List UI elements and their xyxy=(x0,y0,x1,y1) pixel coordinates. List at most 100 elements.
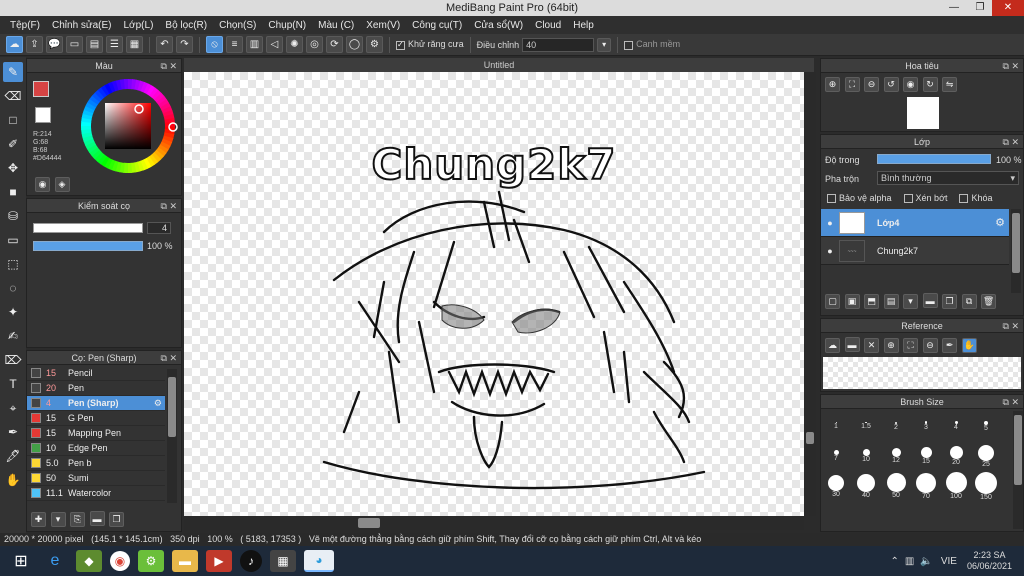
new-1bit-layer-icon[interactable]: ▤ xyxy=(883,293,899,309)
menu-help[interactable]: Help xyxy=(567,20,600,31)
magic-wand-tool-icon[interactable]: ✦ xyxy=(3,302,23,322)
close-reference-icon[interactable]: ✕ xyxy=(864,337,880,353)
brush-item-g-pen[interactable]: 15 G Pen xyxy=(27,411,165,426)
tiktok-icon[interactable]: ♪ xyxy=(240,550,262,572)
scroll-thumb[interactable] xyxy=(806,432,814,444)
media-app-icon[interactable]: ▶ xyxy=(206,550,232,572)
new-8bit-layer-icon[interactable]: ⬒ xyxy=(864,293,880,309)
snap-settings-icon[interactable]: ⚙ xyxy=(366,36,383,53)
hand-icon[interactable]: ✋ xyxy=(961,337,977,353)
eyedropper-tool-icon[interactable]: ✒ xyxy=(3,422,23,442)
text-tool-icon[interactable]: T xyxy=(3,374,23,394)
note-icon[interactable]: ▭ xyxy=(66,36,83,53)
brush-item-mapping-pen[interactable]: 15 Mapping Pen xyxy=(27,426,165,441)
fill-rect-tool-icon[interactable]: ■ xyxy=(3,182,23,202)
copy-icon[interactable]: ❐ xyxy=(109,511,125,527)
panel-icon[interactable]: ☰ xyxy=(106,36,123,53)
video-app-icon[interactable]: ▦ xyxy=(270,550,296,572)
swatch-icon[interactable]: ◈ xyxy=(54,177,70,192)
panel-window-icons[interactable]: ⧉ ✕ xyxy=(1003,395,1019,409)
blend-mode-select[interactable]: Bình thường ▾ xyxy=(877,171,1019,185)
clock[interactable]: 2:23 SA 06/06/2021 xyxy=(967,550,1012,572)
eraser-tool-icon[interactable]: ⌫ xyxy=(3,86,23,106)
canvas-tab[interactable]: Untitled xyxy=(184,58,814,72)
rotate-reset-icon[interactable]: ◉ xyxy=(903,77,919,92)
hand-tool-icon[interactable]: ✋ xyxy=(3,470,23,490)
brush-size-slider[interactable] xyxy=(33,223,143,233)
brush-size-option[interactable]: 12 xyxy=(881,441,911,471)
brush-size-option[interactable]: 1.5 xyxy=(851,411,881,441)
move-tool-icon[interactable]: ✥ xyxy=(3,158,23,178)
layer-opacity-slider[interactable] xyxy=(877,154,991,164)
zoom-fit-icon[interactable]: ⛶ xyxy=(844,77,860,92)
brush-opacity-slider[interactable] xyxy=(33,241,143,251)
layer-menu-icon[interactable]: ▾ xyxy=(903,293,919,309)
palette-icon[interactable]: ◉ xyxy=(35,177,50,192)
brush-item-pen[interactable]: 20 Pen xyxy=(27,381,165,396)
tray-arrow-icon[interactable]: ⌃ xyxy=(891,556,899,567)
select-eraser-tool-icon[interactable]: ⌦ xyxy=(3,350,23,370)
menu-filter[interactable]: Bộ lọc(R) xyxy=(159,20,213,31)
brush-size-option[interactable]: 15 xyxy=(911,441,941,471)
cross-snap-icon[interactable]: ▥ xyxy=(246,36,263,53)
background-color-swatch[interactable] xyxy=(35,107,51,123)
menu-cloud[interactable]: Cloud xyxy=(529,20,567,31)
foreground-color-swatch[interactable] xyxy=(33,81,49,97)
brush-size-option[interactable]: 10 xyxy=(851,441,881,471)
brush-size-option[interactable]: 3 xyxy=(911,411,941,441)
menu-window[interactable]: Cửa sổ(W) xyxy=(468,20,529,31)
brush-item-watercolor[interactable]: 11.1 Watercolor xyxy=(27,486,165,501)
add-brush-icon[interactable]: ✚ xyxy=(31,511,46,527)
scroll-thumb[interactable] xyxy=(1014,415,1022,485)
pen-tool-icon[interactable]: 🖋 xyxy=(3,446,23,466)
bucket-tool-icon[interactable]: ⛁ xyxy=(3,206,23,226)
brush-size-option[interactable]: 100 xyxy=(941,471,971,501)
brush-item-pen-b[interactable]: 5.0 Pen b xyxy=(27,456,165,471)
visibility-icon[interactable]: ● xyxy=(821,246,839,256)
snap-off-icon[interactable]: ⦸ xyxy=(206,36,223,53)
maximize-button[interactable]: ❐ xyxy=(966,0,994,16)
adjust-input[interactable]: 40 xyxy=(522,37,595,52)
zoom-fit-icon[interactable]: ⛶ xyxy=(903,337,919,353)
panel-window-icons[interactable]: ⧉ ✕ xyxy=(161,351,177,365)
protect-alpha-checkbox[interactable]: Bảo vệ alpha xyxy=(827,193,892,204)
cloud-upload-icon[interactable]: ☁ xyxy=(825,337,840,353)
circle-snap-icon[interactable]: ◎ xyxy=(306,36,323,53)
cloud-icon[interactable]: ☁ xyxy=(6,36,23,53)
navigator-preview[interactable] xyxy=(907,97,939,129)
scroll-thumb[interactable] xyxy=(1012,213,1020,273)
flip-icon[interactable]: ⇋ xyxy=(942,77,958,92)
grid-icon[interactable]: ▦ xyxy=(126,36,143,53)
gear-icon[interactable]: ⚙ xyxy=(995,216,1005,229)
brush-item-edge-pen[interactable]: 10 Edge Pen xyxy=(27,441,165,456)
panel-window-icons[interactable]: ⧉ ✕ xyxy=(1003,135,1019,149)
file-explorer-icon[interactable]: ▬ xyxy=(172,550,198,572)
ellipse-snap-icon[interactable]: ◯ xyxy=(346,36,363,53)
zoom-out-icon[interactable]: ⊖ xyxy=(922,337,938,353)
vanishing-snap-icon[interactable]: ◁ xyxy=(266,36,283,53)
duplicate-layer-icon[interactable]: ❐ xyxy=(942,293,958,309)
brush-item-sumi[interactable]: 50 Sumi xyxy=(27,471,165,486)
brush-tool-icon[interactable]: ✎ xyxy=(3,62,23,82)
brush-item-pen-sharp[interactable]: 4 Pen (Sharp) ⚙ xyxy=(27,396,165,411)
comment-icon[interactable]: 💬 xyxy=(46,36,63,53)
chrome-icon[interactable]: ◉ xyxy=(110,551,130,571)
lock-checkbox[interactable]: Khóa xyxy=(959,193,993,204)
canvas-vertical-scrollbar[interactable] xyxy=(804,72,816,516)
undo-icon[interactable]: ↶ xyxy=(156,36,173,53)
new-layer-icon[interactable]: ▢ xyxy=(825,293,840,309)
color-wheel[interactable] xyxy=(77,75,179,177)
select-rect-tool-icon[interactable]: ⬚ xyxy=(3,254,23,274)
duplicate-icon[interactable]: ⎘ xyxy=(70,511,86,527)
open-folder-icon[interactable]: ▬ xyxy=(844,337,860,352)
brush-size-option[interactable]: 20 xyxy=(941,441,971,471)
rectangle-tool-icon[interactable]: □ xyxy=(3,110,23,130)
dot-tool-icon[interactable]: ✐ xyxy=(3,134,23,154)
brush-size-option[interactable]: 25 xyxy=(971,441,1001,471)
menu-snap[interactable]: Chụp(N) xyxy=(262,20,312,31)
menu-edit[interactable]: Chỉnh sửa(E) xyxy=(46,20,118,31)
windows-logo-icon[interactable]: ⊞ xyxy=(8,550,34,572)
green-app-icon[interactable]: ⚙ xyxy=(138,550,164,572)
divide-tool-icon[interactable]: ⌖ xyxy=(3,398,23,418)
delete-layer-icon[interactable]: 🗑 xyxy=(981,293,997,309)
